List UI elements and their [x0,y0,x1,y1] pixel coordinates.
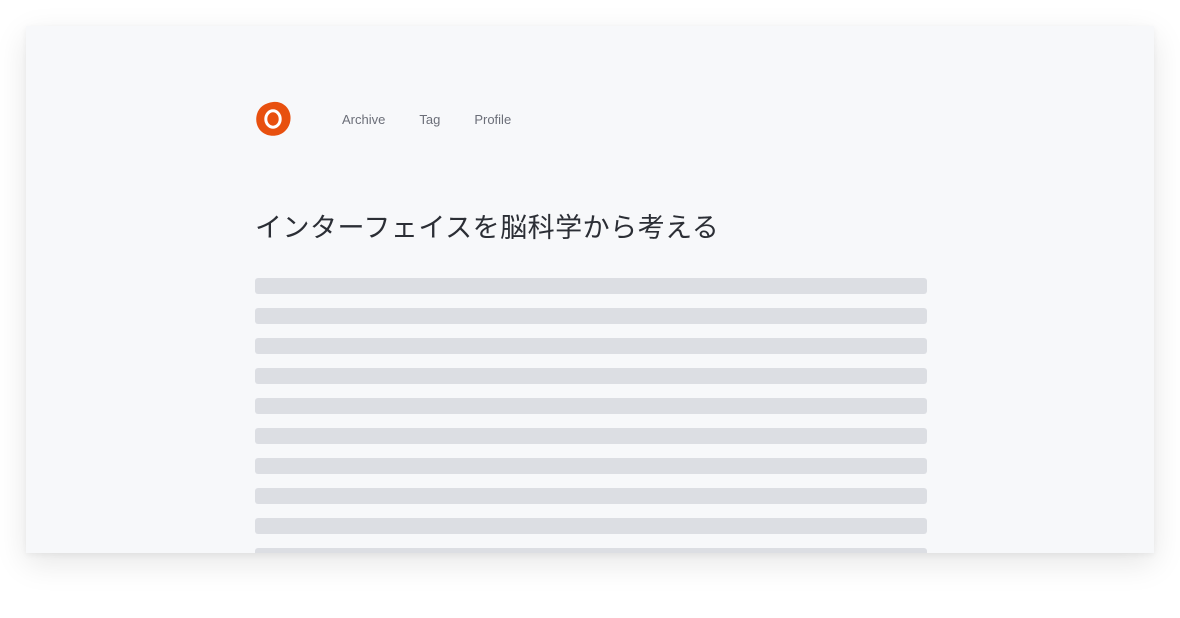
skeleton-line [255,458,927,474]
skeleton-line [255,488,927,504]
nav-link-profile[interactable]: Profile [474,112,511,127]
site-header: Archive Tag Profile [254,100,545,138]
content-skeleton [255,278,927,553]
logo-icon[interactable] [254,100,292,138]
skeleton-line [255,308,927,324]
skeleton-line [255,338,927,354]
nav-link-tag[interactable]: Tag [419,112,440,127]
article-title: インターフェイスを脳科学から考える [255,213,720,244]
skeleton-line [255,398,927,414]
skeleton-line [255,368,927,384]
skeleton-line [255,428,927,444]
skeleton-line [255,278,927,294]
page-window: Archive Tag Profile インターフェイスを脳科学から考える [26,26,1154,553]
nav-link-archive[interactable]: Archive [342,112,385,127]
skeleton-line [255,518,927,534]
main-nav: Archive Tag Profile [342,112,545,127]
skeleton-line [255,548,927,553]
